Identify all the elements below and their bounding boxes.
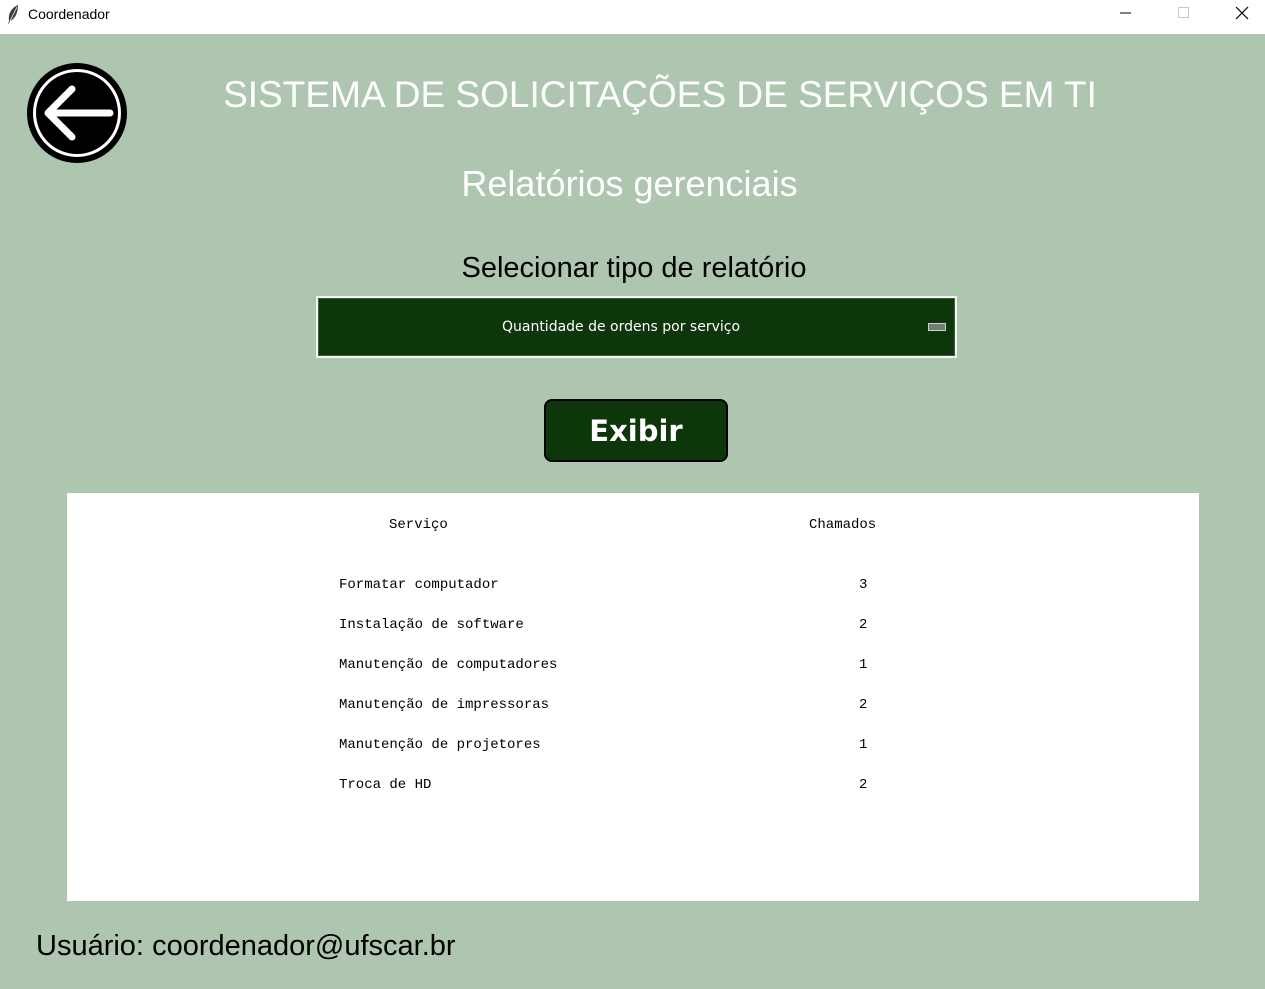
row-call-count: 3 [859, 577, 868, 593]
row-service-name: Troca de HD [339, 777, 432, 793]
report-type-label: Selecionar tipo de relatório [461, 252, 807, 284]
row-call-count: 2 [859, 697, 868, 713]
row-service-name: Instalação de software [339, 617, 524, 633]
user-email: coordenador@ufscar.br [152, 930, 456, 962]
row-service-name: Manutenção de computadores [339, 657, 558, 673]
report-type-select[interactable]: Quantidade de ordens por serviço [316, 296, 957, 358]
row-service-name: Manutenção de impressoras [339, 697, 550, 713]
user-label: Usuário: [36, 930, 144, 962]
close-button[interactable] [1213, 0, 1265, 30]
page-title: Relatórios gerenciais [461, 163, 798, 204]
window-title: Coordenador [28, 6, 110, 22]
maximize-button[interactable] [1155, 0, 1213, 30]
column-header-service: Serviço [389, 517, 448, 533]
row-call-count: 1 [859, 737, 868, 753]
dropdown-indicator-icon [928, 323, 946, 331]
show-report-button[interactable]: Exibir [544, 399, 728, 462]
row-service-name: Formatar computador [339, 577, 499, 593]
minimize-icon [1120, 6, 1132, 24]
maximize-icon [1178, 6, 1190, 24]
current-user: Usuário: coordenador@ufscar.br [36, 930, 456, 963]
close-icon [1235, 6, 1249, 25]
app-title: SISTEMA DE SOLICITAÇÕES DE SERVIÇOS EM T… [223, 74, 1097, 115]
row-service-name: Manutenção de projetores [339, 737, 541, 753]
minimize-button[interactable] [1097, 0, 1155, 30]
column-header-calls: Chamados [809, 517, 877, 533]
main-content: SISTEMA DE SOLICITAÇÕES DE SERVIÇOS EM T… [0, 34, 1265, 989]
report-type-selected-value: Quantidade de ordens por serviço [501, 319, 741, 335]
row-call-count: 2 [859, 777, 868, 793]
report-panel: Serviço Chamados Formatar computador 3 I… [67, 493, 1199, 901]
row-call-count: 2 [859, 617, 868, 633]
row-call-count: 1 [859, 657, 868, 673]
window-titlebar: Coordenador [0, 0, 1265, 34]
feather-icon [5, 4, 21, 26]
